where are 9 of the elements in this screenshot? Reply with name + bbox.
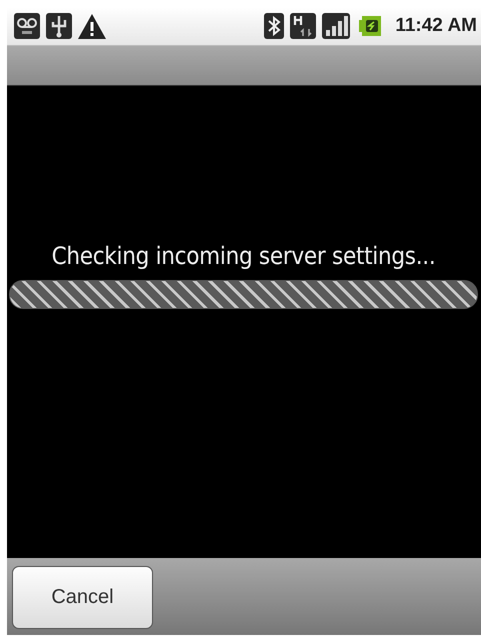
voicemail-icon	[13, 12, 41, 40]
status-time: 11:42 AM	[395, 15, 477, 37]
bluetooth-icon	[263, 12, 286, 40]
progress-message: Checking incoming server settings...	[50, 242, 436, 270]
data-network-icon	[289, 12, 318, 40]
signal-icon	[321, 12, 352, 40]
cancel-button[interactable]: Cancel	[12, 566, 153, 629]
warning-icon	[77, 12, 107, 40]
usb-icon	[45, 12, 73, 40]
